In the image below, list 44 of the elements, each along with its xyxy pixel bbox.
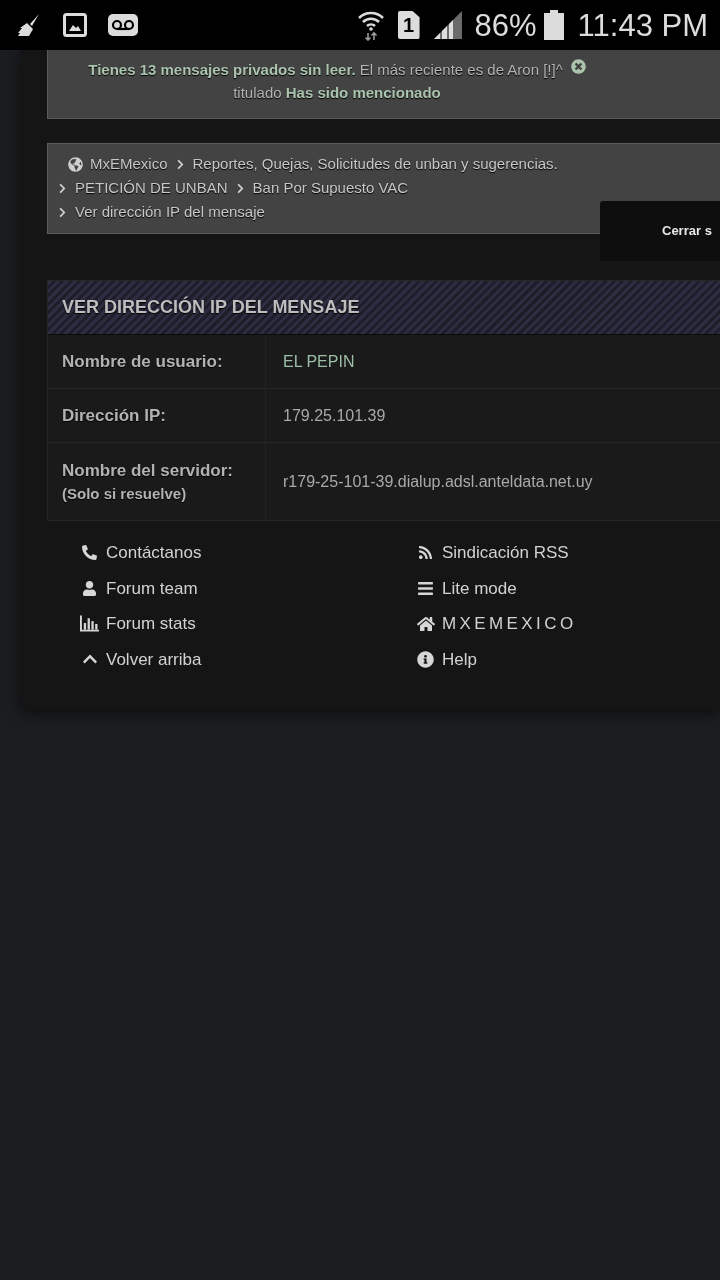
footer-link[interactable]: Forum team [80,570,198,606]
bar-chart-icon [80,615,99,633]
footer-link[interactable]: Lite mode [416,570,517,606]
field-value: r179-25-101-39.dialup.adsl.anteldata.net.uy [283,471,593,492]
clock-time: 11:43 PM [577,9,708,41]
wifi-icon [356,9,385,41]
battery-percent: 86% [474,9,537,41]
notification-text: Tienes 13 mensajes privados sin leer. El más reciente es de Aron [!]^ [88,60,563,80]
breadcrumb-link[interactable]: MxEMexico [90,152,168,176]
broom-icon [17,13,40,37]
globe-icon [68,156,83,172]
footer-link[interactable]: Forum stats [80,606,196,642]
tooltip-text: Cerrar s [662,222,712,241]
footer-link[interactable]: Contáctanos [80,535,202,571]
signal-icon [433,11,462,39]
phone-icon [82,545,97,561]
menu-icon [417,579,434,597]
field-note: (Solo si resuelve) [62,483,188,504]
close-icon[interactable] [570,59,586,74]
field-label: Dirección IP: [62,404,167,427]
voicemail-icon [108,14,138,36]
footer-link[interactable]: Volver arriba [80,641,202,677]
breadcrumb-link[interactable]: Reportes, Quejas, Solicitudes de unban y sugerencias. [192,152,558,176]
chevron-right-icon [57,206,68,218]
battery-icon [543,10,564,40]
footer-link[interactable]: MXEMEXICO [416,606,577,642]
breadcrumb-link[interactable]: Ver dirección IP del mensaje [75,200,265,224]
footer-link[interactable]: Sindicación RSS [416,535,569,571]
sim-card-indicator: 1 [397,11,420,39]
chevron-right-icon [57,182,68,194]
user-icon [82,580,97,596]
field-value: 179.25.101.39 [283,405,386,426]
panel-title: VER DIRECCIÓN IP DEL MENSAJE [62,295,360,319]
image-icon [63,13,87,37]
field-label: Nombre del servidor: [62,459,234,482]
breadcrumb-link[interactable]: PETICIÓN DE UNBAN [75,176,228,200]
home-icon [416,614,435,633]
info-icon [417,650,434,668]
notification-text: titulado Has sido mencionado [233,83,441,103]
field-label: Nombre de usuario: [62,350,224,373]
username-link[interactable]: EL PEPIN [283,349,355,374]
footer-link[interactable]: Help [416,641,477,677]
rss-icon [418,545,433,561]
breadcrumb-link[interactable]: Ban Por Supuesto VAC [252,176,409,200]
